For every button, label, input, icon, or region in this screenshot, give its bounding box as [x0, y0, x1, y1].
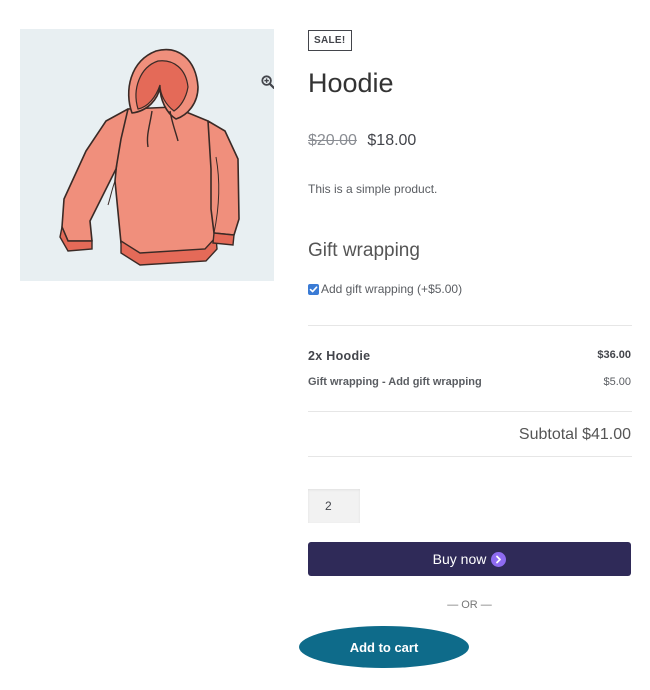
product-image[interactable] — [20, 29, 274, 281]
gift-wrapping-heading: Gift wrapping — [308, 240, 420, 261]
buy-now-button[interactable]: Buy now — [308, 542, 631, 576]
summary-line: Gift wrapping - Add gift wrapping $5.00 — [308, 376, 631, 388]
regular-price: $20.00 — [308, 132, 357, 149]
summary-line-amount: $36.00 — [597, 349, 631, 361]
checkmark-icon — [309, 285, 318, 292]
gift-wrapping-option[interactable]: Add gift wrapping (+$5.00) — [308, 282, 462, 296]
magnify-plus-icon — [261, 75, 274, 89]
buy-now-label: Buy now — [432, 551, 487, 567]
divider — [308, 456, 632, 457]
sale-price: $18.00 — [367, 132, 417, 149]
gift-wrapping-label: Add gift wrapping (+$5.00) — [321, 282, 463, 296]
hoodie-illustration — [59, 48, 240, 266]
summary-line-name: 2x Hoodie — [308, 349, 371, 363]
sale-badge: SALE! — [308, 30, 352, 51]
chevron-right-circle-icon — [491, 551, 507, 567]
gift-wrapping-checkbox[interactable] — [308, 283, 319, 295]
product-title: Hoodie — [308, 68, 394, 98]
quantity-input[interactable] — [308, 489, 360, 523]
product-description: This is a simple product. — [308, 182, 438, 196]
summary-line: 2x Hoodie $36.00 — [308, 349, 631, 363]
subtotal: Subtotal $41.00 — [518, 426, 631, 443]
summary-line-amount: $5.00 — [603, 376, 631, 388]
product-price: $20.00 $18.00 — [308, 131, 416, 151]
add-to-cart-button[interactable]: Add to cart — [299, 626, 469, 668]
zoom-button[interactable] — [256, 70, 274, 94]
summary-line-name: Gift wrapping - Add gift wrapping — [308, 376, 482, 388]
divider — [308, 411, 632, 412]
or-separator: — OR — — [447, 599, 492, 611]
divider — [308, 325, 632, 326]
